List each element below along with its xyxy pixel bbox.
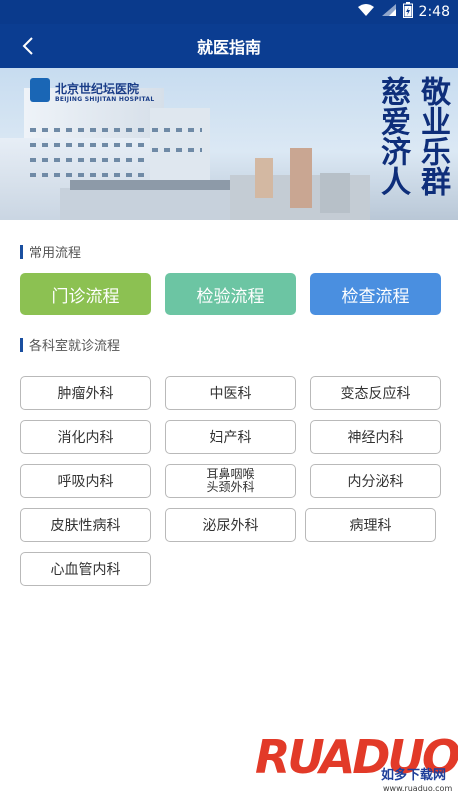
lab-test-flow-label: 检验流程: [196, 286, 265, 307]
section-marker: [20, 244, 23, 259]
dept-respiratory[interactable]: 呼吸内科: [20, 464, 151, 498]
battery-icon: [402, 2, 413, 22]
dept-ent-head-neck[interactable]: 耳鼻咽喉 头颈外科: [165, 464, 296, 498]
page-title: 就医指南: [196, 38, 261, 57]
banner-slogan-left: 慈爱济人: [375, 76, 410, 196]
dept-neurology[interactable]: 神经内科: [310, 420, 441, 454]
common-flows-heading: 常用流程: [20, 242, 81, 261]
ruaduo-watermark-logo: RUADUO 如多下载网 www.ruaduo.com: [255, 730, 458, 804]
back-button[interactable]: [14, 32, 42, 60]
outpatient-flow-button[interactable]: 门诊流程: [20, 273, 151, 315]
dept-oncology-surgery[interactable]: 肿瘤外科: [20, 376, 151, 410]
watermark-cn: 如多下载网: [381, 768, 447, 783]
hospital-banner-image: 北京世纪坛医院 BEIJING SHIJITAN HOSPITAL 慈爱济人 敬…: [0, 68, 458, 220]
dept-obgyn[interactable]: 妇产科: [165, 420, 296, 454]
chevron-left-icon: [22, 37, 33, 55]
lab-test-flow-button[interactable]: 检验流程: [165, 273, 296, 315]
departments-label: 各科室就诊流程: [29, 339, 121, 354]
status-time: 2:48: [418, 4, 450, 20]
dept-endocrinology[interactable]: 内分泌科: [310, 464, 441, 498]
dept-urology[interactable]: 泌尿外科: [165, 508, 296, 542]
hospital-name: 北京世纪坛医院: [55, 82, 140, 96]
status-bar: 2:48: [0, 0, 458, 24]
dept-pathology[interactable]: 病理科: [305, 508, 436, 542]
section-marker: [20, 337, 23, 352]
banner-slogan-right: 敬业乐群: [415, 76, 450, 196]
examination-flow-label: 检查流程: [341, 286, 410, 307]
common-flows-label: 常用流程: [29, 246, 82, 261]
departments-heading: 各科室就诊流程: [20, 335, 120, 354]
signal-icon: [381, 3, 397, 21]
hospital-logo: [30, 78, 50, 102]
dept-gastroenterology[interactable]: 消化内科: [20, 420, 151, 454]
examination-flow-button[interactable]: 检查流程: [310, 273, 441, 315]
dept-dermatology[interactable]: 皮肤性病科: [20, 508, 151, 542]
watermark-url: www.ruaduo.com: [383, 784, 453, 793]
hospital-name-en: BEIJING SHIJITAN HOSPITAL: [55, 96, 155, 103]
outpatient-flow-label: 门诊流程: [51, 286, 120, 307]
wifi-icon: [357, 3, 375, 21]
dept-allergy[interactable]: 变态反应科: [310, 376, 441, 410]
dept-tcm[interactable]: 中医科: [165, 376, 296, 410]
dept-cardiology[interactable]: 心血管内科: [20, 552, 151, 586]
app-bar: 就医指南: [0, 24, 458, 68]
